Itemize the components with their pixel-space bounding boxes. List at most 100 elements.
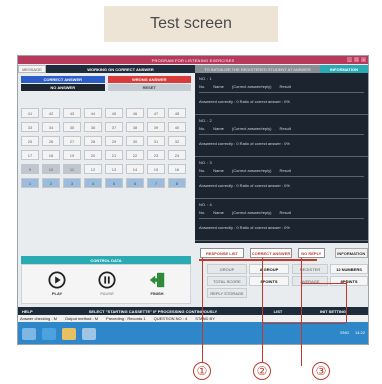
seat-cell[interactable]: 39 xyxy=(147,122,165,132)
help-button[interactable]: HELP xyxy=(18,309,48,314)
seat-cell[interactable]: 28 xyxy=(84,136,102,146)
callout-line-3 xyxy=(301,258,302,366)
seat-cell[interactable]: 16 xyxy=(168,164,186,174)
seat-cell[interactable]: 26 xyxy=(42,136,60,146)
seat-cell[interactable]: 42 xyxy=(42,108,60,118)
help-instruction: SELECT "STARTING CASSETTE" IF PROCESSING… xyxy=(88,308,218,314)
status-output-method: Output method : M xyxy=(64,316,99,321)
minimize-button[interactable]: _ xyxy=(347,57,352,62)
seat-cell[interactable]: 20 xyxy=(84,150,102,160)
pause-icon xyxy=(98,271,116,289)
status-question-no: QUESTION NO : 4 xyxy=(153,316,188,321)
seat-cell[interactable]: 6 xyxy=(126,178,144,188)
callout-line-1 xyxy=(202,258,203,366)
reply-storage-button[interactable]: REPLY STORAGE xyxy=(207,288,247,298)
seat-cell[interactable]: 12 xyxy=(84,164,102,174)
seat-cell[interactable]: 41 xyxy=(21,108,39,118)
seat-cell[interactable]: 10 xyxy=(42,164,60,174)
ie-icon[interactable] xyxy=(42,328,56,340)
correct-answer-button[interactable]: CORRECT ANSWER xyxy=(21,76,105,83)
tab-no-reply[interactable]: NO REPLY xyxy=(298,248,325,258)
group-value[interactable]: A GROUP xyxy=(249,264,289,274)
seat-cell[interactable]: 3 xyxy=(63,178,81,188)
col-answer: (Correct answer/reply) xyxy=(231,126,272,131)
finish-button[interactable]: FINISH xyxy=(140,271,174,301)
tab-information[interactable]: INFORMATION xyxy=(334,248,368,258)
status-bar: Answer checking : M Output method : M Pr… xyxy=(18,315,368,322)
app-icon[interactable] xyxy=(82,328,96,340)
average-label: AVERAGE xyxy=(292,276,328,286)
play-icon xyxy=(48,271,66,289)
register-value[interactable]: 12 NUMBERS xyxy=(330,264,368,274)
maximize-button[interactable]: □ xyxy=(354,57,359,62)
register-label: REGISTER xyxy=(292,264,328,274)
seat-cell[interactable]: 19 xyxy=(63,150,81,160)
play-button[interactable]: PLAY xyxy=(40,271,74,301)
seat-cell[interactable]: 38 xyxy=(126,122,144,132)
panel-tabs: TO INITIALIZE THE REGISTERED STUDENT AT … xyxy=(195,65,368,73)
total-score-label: TOTAL SCORE xyxy=(207,276,247,286)
seat-cell[interactable]: 21 xyxy=(105,150,123,160)
seat-cell[interactable]: 27 xyxy=(63,136,81,146)
list-button[interactable]: LIST xyxy=(258,309,298,314)
seat-cell[interactable]: 35 xyxy=(63,122,81,132)
reset-button[interactable]: RESET xyxy=(107,84,191,91)
seat-cell[interactable]: 23 xyxy=(147,150,165,160)
seat-cell[interactable]: 29 xyxy=(105,136,123,146)
seat-cell[interactable]: 47 xyxy=(147,108,165,118)
seat-cell[interactable]: 40 xyxy=(168,122,186,132)
seat-cell[interactable]: 9 xyxy=(21,164,39,174)
folder-icon[interactable] xyxy=(62,328,76,340)
wrong-answer-button[interactable]: WRONG ANSWER xyxy=(107,76,191,83)
entry-stats: Answered correctly : 0 Ratio of correct … xyxy=(199,225,290,230)
seat-cell[interactable]: 36 xyxy=(84,122,102,132)
seat-cell[interactable]: 4 xyxy=(84,178,102,188)
seat-cell[interactable]: 7 xyxy=(147,178,165,188)
entry-stats: Answered correctly : 0 Ratio of correct … xyxy=(199,183,290,188)
callout-hline-2 xyxy=(262,323,346,324)
col-name: Name xyxy=(213,126,224,131)
seat-cell[interactable]: 17 xyxy=(21,150,39,160)
app-window: PROGRAM FOR LISTENING EXERCISES _ □ × ME… xyxy=(17,55,369,345)
seat-cell[interactable]: 32 xyxy=(168,136,186,146)
seat-cell[interactable]: 8 xyxy=(168,178,186,188)
seat-cell[interactable]: 15 xyxy=(147,164,165,174)
seat-cell[interactable]: 33 xyxy=(21,122,39,132)
init-setting-button[interactable]: INIT SETTING xyxy=(298,309,368,314)
tab-information-top[interactable]: INFORMATION xyxy=(320,65,368,73)
col-answer: (Correct answer/reply) xyxy=(231,210,272,215)
control-area: PLAY PAUSE FINISH xyxy=(21,264,191,304)
tab-initialize[interactable]: TO INITIALIZE THE REGISTERED STUDENT AT … xyxy=(195,65,320,73)
grid-row: 41 42 43 44 45 46 47 48 xyxy=(21,108,191,118)
seat-cell[interactable]: 45 xyxy=(105,108,123,118)
grid-row: 1 2 3 4 5 6 7 8 xyxy=(21,178,191,188)
tab-correct-answer[interactable]: CORRECT ANSWER xyxy=(249,248,293,258)
exit-door-icon xyxy=(149,272,165,288)
pause-button[interactable]: PAUSE xyxy=(90,271,124,301)
seat-cell[interactable]: 25 xyxy=(21,136,39,146)
start-icon[interactable] xyxy=(22,328,36,340)
seat-cell[interactable]: 11 xyxy=(63,164,81,174)
seat-cell[interactable]: 5 xyxy=(105,178,123,188)
seat-cell[interactable]: 24 xyxy=(168,150,186,160)
student-entry: NO. : 4 No. Name (Correct answer/reply) … xyxy=(195,199,368,241)
seat-cell[interactable]: 30 xyxy=(126,136,144,146)
seat-cell[interactable]: 18 xyxy=(42,150,60,160)
entry-number: NO. : 1 xyxy=(199,76,212,81)
seat-cell[interactable]: 31 xyxy=(147,136,165,146)
seat-cell[interactable]: 48 xyxy=(168,108,186,118)
seat-cell[interactable]: 44 xyxy=(84,108,102,118)
seat-cell[interactable]: 46 xyxy=(126,108,144,118)
seat-cell[interactable]: 43 xyxy=(63,108,81,118)
seat-cell[interactable]: 37 xyxy=(105,122,123,132)
seat-cell[interactable]: 22 xyxy=(126,150,144,160)
no-answer-button[interactable]: NO ANSWER xyxy=(21,84,105,91)
seat-cell[interactable]: 1 xyxy=(21,178,39,188)
grid-row: 25 26 27 28 29 30 31 32 xyxy=(21,136,191,146)
tab-response-list[interactable]: RESPONSE LIST xyxy=(200,248,244,258)
seat-cell[interactable]: 14 xyxy=(126,164,144,174)
close-button[interactable]: × xyxy=(361,57,366,62)
seat-cell[interactable]: 34 xyxy=(42,122,60,132)
seat-cell[interactable]: 13 xyxy=(105,164,123,174)
seat-cell[interactable]: 2 xyxy=(42,178,60,188)
